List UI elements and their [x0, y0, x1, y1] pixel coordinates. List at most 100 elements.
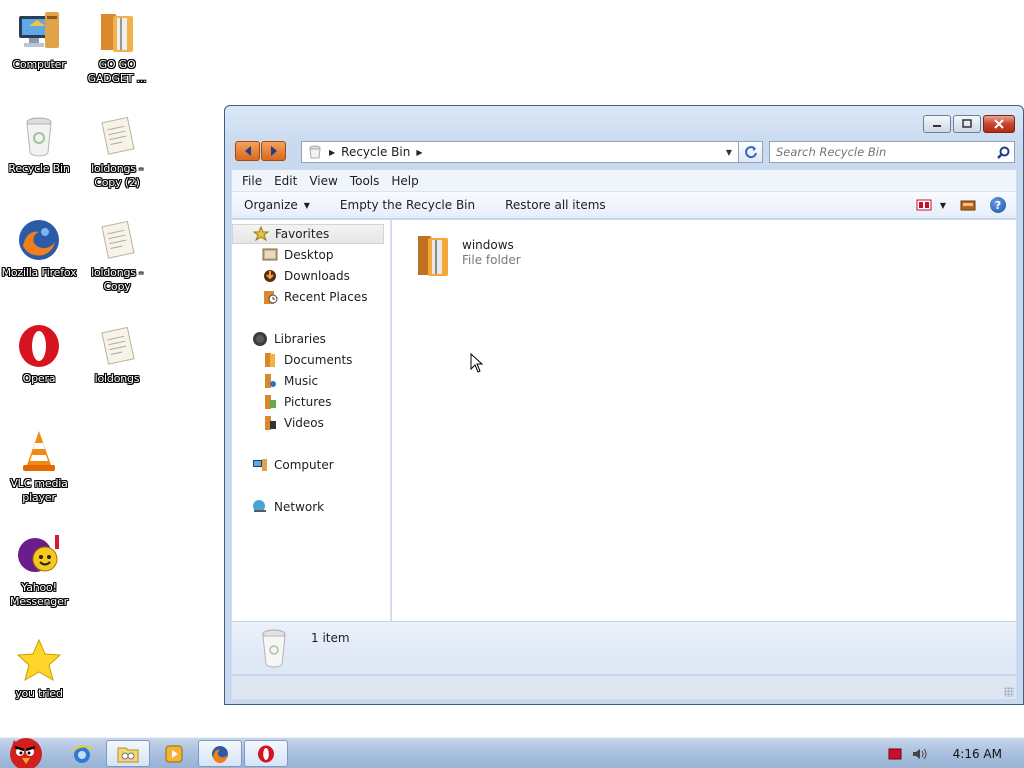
folder-icon [418, 236, 448, 276]
address-dropdown-icon[interactable]: ▼ [720, 148, 738, 157]
status-bar [232, 675, 1016, 699]
menu-bar: File Edit View Tools Help [232, 170, 1016, 192]
desktop-icon-loldongs-copy[interactable]: loldongs - Copy [79, 216, 155, 294]
navigation-pane: Favorites Desktop Downloads Recent Place… [232, 220, 391, 621]
desktop-icon-computer[interactable]: Computer [1, 8, 77, 72]
search-input[interactable] [776, 145, 992, 159]
file-item-windows[interactable]: windows File folder [414, 232, 521, 278]
nav-documents[interactable]: Documents [262, 350, 352, 370]
nav-label: Documents [284, 353, 353, 367]
videos-icon [265, 416, 276, 430]
desktop-icon-firefox[interactable]: Mozilla Firefox [1, 216, 77, 280]
restore-all-items-button[interactable]: Restore all items [505, 198, 606, 212]
desktop-icon-opera[interactable]: Opera [1, 322, 77, 386]
empty-recycle-bin-button[interactable]: Empty the Recycle Bin [340, 198, 475, 212]
tray-app-icon[interactable] [887, 746, 903, 762]
nav-label: Pictures [284, 395, 332, 409]
network-icon [253, 500, 266, 512]
opera-icon [258, 745, 274, 762]
change-view-button[interactable]: ▼ [916, 198, 946, 212]
downloads-icon [264, 270, 276, 282]
system-tray: 4:16 AM [887, 738, 1024, 768]
nav-pictures[interactable]: Pictures [262, 392, 332, 412]
taskbar-opera-button[interactable] [244, 740, 288, 767]
back-button[interactable] [235, 141, 260, 161]
nav-label: Network [274, 500, 325, 514]
recent-places-icon [264, 291, 278, 304]
desktop-icon-go-go-gadget[interactable]: GO GO GADGET ... [79, 8, 155, 86]
nav-music[interactable]: Music [262, 371, 318, 391]
taskbar-firefox-button[interactable] [198, 740, 242, 767]
address-bar[interactable]: ▶ Recycle Bin ▶ ▼ [301, 141, 739, 163]
taskbar-explorer-button[interactable] [106, 740, 150, 767]
desktop-icon-loldongs-copy-2[interactable]: loldongs - Copy (2) [79, 112, 155, 190]
chevron-down-icon: ▼ [939, 200, 946, 210]
forward-arrow-icon [270, 146, 277, 156]
help-icon[interactable]: ? [990, 197, 1006, 213]
desktop-icon-label: you tried [15, 687, 63, 700]
volume-icon[interactable] [911, 746, 927, 762]
nav-computer[interactable]: Computer [252, 455, 334, 475]
desktop-icon-label: Opera [22, 372, 56, 385]
item-count: 1 item [311, 631, 350, 645]
nav-label: Videos [284, 416, 324, 430]
nav-recent-places[interactable]: Recent Places [262, 287, 367, 307]
desktop-icon-vlc[interactable]: VLC media player [1, 427, 77, 505]
taskbar-media-player-button[interactable] [152, 740, 196, 767]
taskbar-ie-button[interactable] [60, 740, 104, 767]
start-button[interactable] [0, 730, 50, 768]
desktop-icon-yahoo-messenger[interactable]: Yahoo! Messenger [1, 531, 77, 609]
desktop-icon-label: VLC media player [10, 477, 68, 504]
desktop-icon-loldongs[interactable]: loldongs [79, 322, 155, 386]
explorer-window: ▶ Recycle Bin ▶ ▼ File Edit View Tools H… [224, 105, 1024, 705]
resize-grip-icon[interactable] [1004, 687, 1014, 697]
preview-pane-icon[interactable] [960, 198, 976, 212]
close-button[interactable] [983, 115, 1015, 133]
search-icon[interactable] [992, 146, 1014, 159]
nav-label: Recent Places [284, 290, 368, 304]
desktop-icon-you-tried[interactable]: you tried [1, 637, 77, 701]
star-icon [253, 226, 269, 242]
menu-edit[interactable]: Edit [268, 174, 303, 188]
file-name: windows [462, 238, 514, 252]
nav-desktop[interactable]: Desktop [262, 245, 334, 265]
details-pane: 1 item [232, 621, 1016, 674]
folder-icon [93, 8, 141, 56]
minimize-icon [933, 125, 941, 127]
clock[interactable]: 4:16 AM [953, 747, 1002, 761]
breadcrumb-separator-icon[interactable]: ▶ [416, 148, 422, 157]
desktop-icon-label: Mozilla Firefox [1, 266, 77, 279]
menu-help[interactable]: Help [385, 174, 424, 188]
document-icon [93, 322, 141, 370]
breadcrumb-separator-icon[interactable]: ▶ [329, 148, 335, 157]
nav-label: Downloads [284, 269, 350, 283]
nav-network[interactable]: Network [252, 497, 324, 517]
desktop-icon-label: Yahoo! Messenger [10, 581, 68, 608]
internet-explorer-icon [72, 744, 93, 763]
forward-button[interactable] [261, 141, 286, 161]
nav-favorites[interactable]: Favorites [232, 224, 384, 244]
desktop-icon-label: Computer [12, 58, 66, 71]
minimize-button[interactable] [923, 115, 951, 133]
desktop-icon-label: loldongs - Copy [91, 266, 143, 293]
nav-downloads[interactable]: Downloads [262, 266, 350, 286]
organize-label: Organize [244, 198, 298, 212]
search-box[interactable] [769, 141, 1015, 163]
menu-tools[interactable]: Tools [344, 174, 386, 188]
breadcrumb-recycle-bin[interactable]: Recycle Bin [341, 145, 410, 159]
menu-file[interactable]: File [236, 174, 268, 188]
libraries-icon [253, 332, 267, 346]
refresh-button[interactable] [739, 141, 763, 163]
nav-libraries[interactable]: Libraries [252, 329, 326, 349]
nav-videos[interactable]: Videos [262, 413, 324, 433]
angry-bird-icon [10, 738, 42, 768]
desktop-icon [262, 248, 278, 261]
firefox-icon [212, 745, 228, 763]
desktop-icon-label: loldongs [94, 372, 140, 385]
organize-button[interactable]: Organize ▼ [244, 198, 310, 212]
maximize-button[interactable] [953, 115, 981, 133]
menu-view[interactable]: View [303, 174, 343, 188]
restore-all-items-label: Restore all items [505, 198, 606, 212]
star-icon [15, 637, 63, 685]
desktop-icon-recycle-bin[interactable]: Recycle Bin [1, 112, 77, 176]
